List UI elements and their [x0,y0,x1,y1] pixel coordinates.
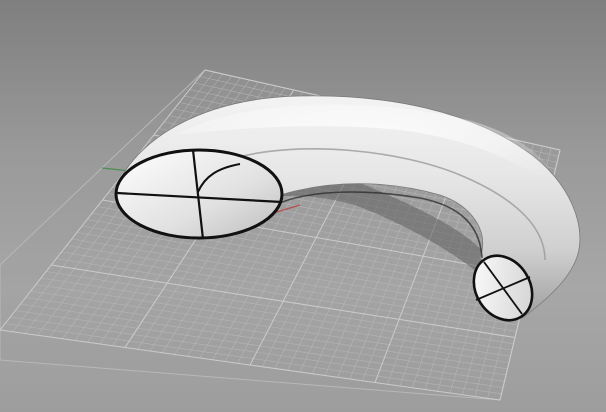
3d-viewport[interactable] [0,0,606,412]
viewport-canvas[interactable] [0,0,606,412]
large-profile-circle[interactable] [114,148,284,240]
